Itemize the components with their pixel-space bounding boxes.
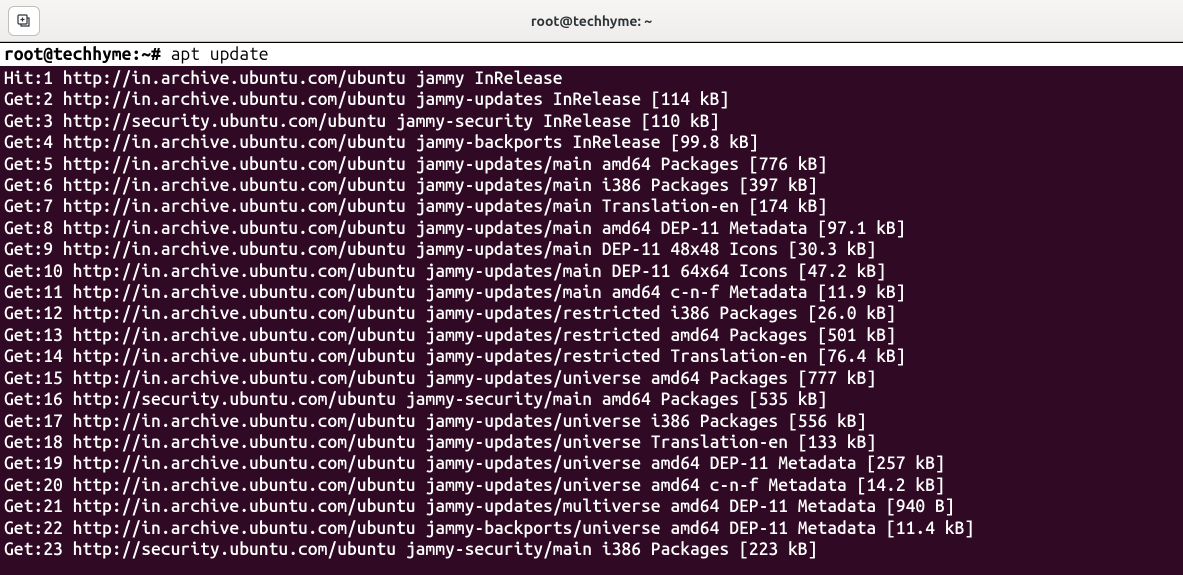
output-line: Hit:1 http://in.archive.ubuntu.com/ubunt… <box>4 68 1179 89</box>
output-line: Get:11 http://in.archive.ubuntu.com/ubun… <box>4 282 1179 303</box>
shell-command: apt update <box>171 45 269 64</box>
new-tab-button[interactable] <box>8 6 40 36</box>
output-line: Get:6 http://in.archive.ubuntu.com/ubunt… <box>4 175 1179 196</box>
output-line: Get:23 http://security.ubuntu.com/ubuntu… <box>4 539 1179 560</box>
new-tab-icon <box>16 13 32 29</box>
output-line: Get:16 http://security.ubuntu.com/ubuntu… <box>4 389 1179 410</box>
output-line: Get:3 http://security.ubuntu.com/ubuntu … <box>4 111 1179 132</box>
terminal-prompt-line[interactable]: root@techhyme:~# apt update <box>0 42 1183 66</box>
output-line: Get:14 http://in.archive.ubuntu.com/ubun… <box>4 346 1179 367</box>
output-line: Get:2 http://in.archive.ubuntu.com/ubunt… <box>4 89 1179 110</box>
output-line: Get:15 http://in.archive.ubuntu.com/ubun… <box>4 368 1179 389</box>
output-line: Get:18 http://in.archive.ubuntu.com/ubun… <box>4 432 1179 453</box>
output-line: Get:22 http://in.archive.ubuntu.com/ubun… <box>4 518 1179 539</box>
window-titlebar: root@techhyme: ~ <box>0 0 1183 42</box>
output-line: Get:13 http://in.archive.ubuntu.com/ubun… <box>4 325 1179 346</box>
output-line: Get:8 http://in.archive.ubuntu.com/ubunt… <box>4 218 1179 239</box>
output-line: Get:19 http://in.archive.ubuntu.com/ubun… <box>4 453 1179 474</box>
output-line: Get:10 http://in.archive.ubuntu.com/ubun… <box>4 261 1179 282</box>
output-line: Get:7 http://in.archive.ubuntu.com/ubunt… <box>4 196 1179 217</box>
shell-prompt: root@techhyme:~# <box>4 45 171 64</box>
output-line: Get:20 http://in.archive.ubuntu.com/ubun… <box>4 475 1179 496</box>
output-line: Get:17 http://in.archive.ubuntu.com/ubun… <box>4 411 1179 432</box>
output-line: Get:21 http://in.archive.ubuntu.com/ubun… <box>4 496 1179 517</box>
window-title: root@techhyme: ~ <box>531 13 652 29</box>
output-line: Get:12 http://in.archive.ubuntu.com/ubun… <box>4 303 1179 324</box>
output-line: Get:9 http://in.archive.ubuntu.com/ubunt… <box>4 239 1179 260</box>
terminal-output[interactable]: Hit:1 http://in.archive.ubuntu.com/ubunt… <box>0 66 1183 575</box>
output-line: Get:5 http://in.archive.ubuntu.com/ubunt… <box>4 154 1179 175</box>
output-line: Get:4 http://in.archive.ubuntu.com/ubunt… <box>4 132 1179 153</box>
